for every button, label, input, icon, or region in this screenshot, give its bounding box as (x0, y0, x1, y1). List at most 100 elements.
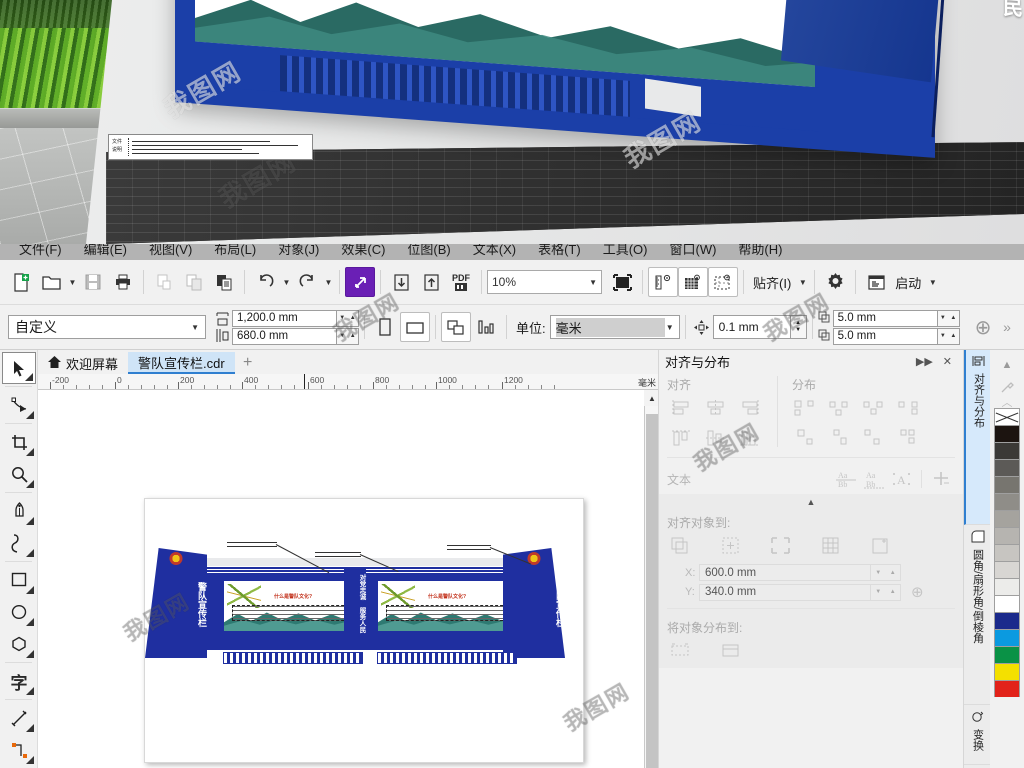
palette-scroll-controls[interactable]: ▲ (990, 350, 1024, 380)
color-swatch[interactable] (994, 442, 1020, 459)
align-to-grid-icon[interactable] (817, 533, 845, 559)
launch-dropdown-icon[interactable]: ▼ (925, 267, 939, 297)
duplicate-y-spinner[interactable]: ▼ ▲ (937, 327, 960, 345)
distribute-top-icon[interactable] (792, 425, 820, 451)
align-left-icon[interactable] (667, 395, 695, 421)
color-swatch[interactable] (994, 459, 1020, 476)
launch-label[interactable]: 启动 (891, 273, 925, 292)
save-icon[interactable] (78, 267, 108, 297)
duplicate-y-value[interactable]: 5.0 mm (832, 327, 938, 345)
menu-item-window[interactable]: 窗口(W) (658, 244, 727, 258)
swatch-no-fill[interactable] (994, 408, 1020, 425)
gear-icon[interactable] (820, 267, 850, 297)
docker-close-icon[interactable]: ✕ (938, 355, 957, 368)
text-outline-icon[interactable]: A (888, 466, 916, 492)
add-tab-button[interactable]: + (235, 352, 261, 374)
align-to-page-center-icon[interactable] (767, 533, 795, 559)
docker-collapse-icon[interactable]: ▶▶ (911, 355, 938, 368)
chevron-down-icon[interactable]: ▼ (589, 278, 597, 287)
distribute-to-selection-icon[interactable] (667, 638, 695, 664)
distribute-spacing-h-icon[interactable] (860, 395, 888, 421)
zoom-tool[interactable] (2, 458, 36, 490)
text-baseline-icon[interactable]: Aa Bb (832, 466, 860, 492)
align-point-x-spinner[interactable]: ▼ ▲ (871, 564, 901, 581)
eyedropper-icon[interactable] (990, 380, 1024, 394)
page-width-spinner[interactable]: ▼ ▲ (337, 309, 359, 327)
collapse-toggle[interactable]: ▲ (659, 494, 963, 510)
new-document-icon[interactable] (6, 267, 36, 297)
publish-icon[interactable] (345, 267, 375, 297)
dimension-tool[interactable] (2, 702, 36, 734)
rectangle-tool[interactable] (2, 564, 36, 596)
portrait-orientation-button[interactable] (370, 312, 400, 342)
color-swatch[interactable] (994, 493, 1020, 510)
nudge-distance-spinner[interactable]: ▲ ▼ (790, 315, 807, 339)
page-width-value[interactable]: 1,200.0 mm (232, 309, 337, 327)
color-swatch[interactable] (994, 663, 1020, 680)
page-height-value[interactable]: 680.0 mm (232, 327, 337, 345)
shape-tool[interactable] (2, 389, 36, 421)
redo-dropdown-icon[interactable]: ▼ (322, 267, 334, 297)
color-swatch[interactable] (994, 561, 1020, 578)
color-swatch[interactable] (994, 612, 1020, 629)
align-point-y-spinner[interactable]: ▼ ▲ (871, 583, 901, 601)
tab-document-警队宣传栏[interactable]: 警队宣传栏.cdr (128, 352, 235, 374)
artwork-bulletin-board[interactable]: 什么是警队文化? 什么是警队文化? 对党忠诚 服务人民 警队宣传栏 警队宣传栏 (145, 540, 565, 670)
align-to-specified-point-icon[interactable] (867, 533, 895, 559)
align-to-page-edge-icon[interactable] (717, 533, 745, 559)
import-icon[interactable] (386, 267, 416, 297)
ellipse-tool[interactable] (2, 596, 36, 628)
menu-item-edit[interactable]: 编辑(E) (73, 244, 138, 258)
pick-tool[interactable] (2, 352, 36, 384)
fullscreen-preview-icon[interactable] (607, 267, 637, 297)
menu-bar[interactable]: 文件(F) 编辑(E) 视图(V) 布局(L) 对象(J) 效果(C) 位图(B… (0, 244, 1024, 260)
chevron-down-icon[interactable]: ▼ (666, 323, 674, 332)
snap-label[interactable]: 贴齐(I) (749, 273, 795, 292)
color-swatch[interactable] (994, 680, 1020, 697)
apply-all-pages-button[interactable] (441, 312, 471, 342)
menu-item-help[interactable]: 帮助(H) (727, 244, 793, 258)
menu-item-layout[interactable]: 布局(L) (203, 244, 267, 258)
distribute-spacing-v-icon[interactable] (860, 425, 888, 451)
zoom-level-combo[interactable]: 10% ▼ (487, 270, 602, 294)
horizontal-ruler[interactable]: -200 0 200 400 600 800 1000 1200 毫米 (38, 374, 658, 390)
crop-tool[interactable] (2, 426, 36, 458)
distribute-center-h-icon[interactable] (826, 395, 854, 421)
snap-dropdown-icon[interactable]: ▼ (795, 267, 809, 297)
show-guides-icon[interactable] (708, 267, 738, 297)
redo-icon[interactable] (292, 267, 322, 297)
undo-dropdown-icon[interactable]: ▼ (280, 267, 292, 297)
duplicate-x-value[interactable]: 5.0 mm (832, 309, 938, 327)
more-options-icon[interactable]: » (998, 312, 1016, 342)
align-right-icon[interactable] (735, 395, 763, 421)
copy-icon[interactable] (179, 267, 209, 297)
align-to-active-object-icon[interactable] (667, 533, 695, 559)
docker-tab-transform[interactable]: 变换 (964, 705, 991, 765)
export-icon[interactable] (416, 267, 446, 297)
menu-item-file[interactable]: 文件(F) (8, 244, 73, 258)
text-bounding-box-icon[interactable]: Aa Bb (860, 466, 888, 492)
align-center-horizontal-icon[interactable] (701, 395, 729, 421)
color-swatch[interactable] (994, 595, 1020, 612)
menu-item-bitmaps[interactable]: 位图(B) (396, 244, 461, 258)
pen-tool[interactable] (2, 495, 36, 527)
pick-point-icon[interactable]: ⊕ (911, 583, 924, 601)
align-center-vertical-icon[interactable] (701, 425, 729, 451)
paste-icon[interactable] (209, 267, 239, 297)
distribute-bottom-icon[interactable] (894, 425, 922, 451)
menu-item-text[interactable]: 文本(X) (462, 244, 527, 258)
nudge-distance-value[interactable]: 0.1 mm (712, 315, 791, 339)
export-pdf-icon[interactable]: PDF (446, 267, 476, 297)
tab-welcome-screen[interactable]: 欢迎屏幕 (38, 352, 128, 374)
menu-item-view[interactable]: 视图(V) (138, 244, 203, 258)
page-height-spinner[interactable]: ▼ ▲ (337, 327, 359, 345)
docker-tab-fillet[interactable]: 圆角/扇形角/倒棱角 (964, 525, 991, 705)
launch-icon[interactable] (861, 267, 891, 297)
align-point-y-value[interactable]: 340.0 mm (699, 583, 871, 601)
chevron-down-icon[interactable]: ▼ (191, 323, 199, 332)
cut-icon[interactable] (149, 267, 179, 297)
menu-item-tools[interactable]: 工具(O) (592, 244, 659, 258)
distribute-right-icon[interactable] (894, 395, 922, 421)
menu-item-effects[interactable]: 效果(C) (330, 244, 396, 258)
color-swatch[interactable] (994, 425, 1020, 442)
